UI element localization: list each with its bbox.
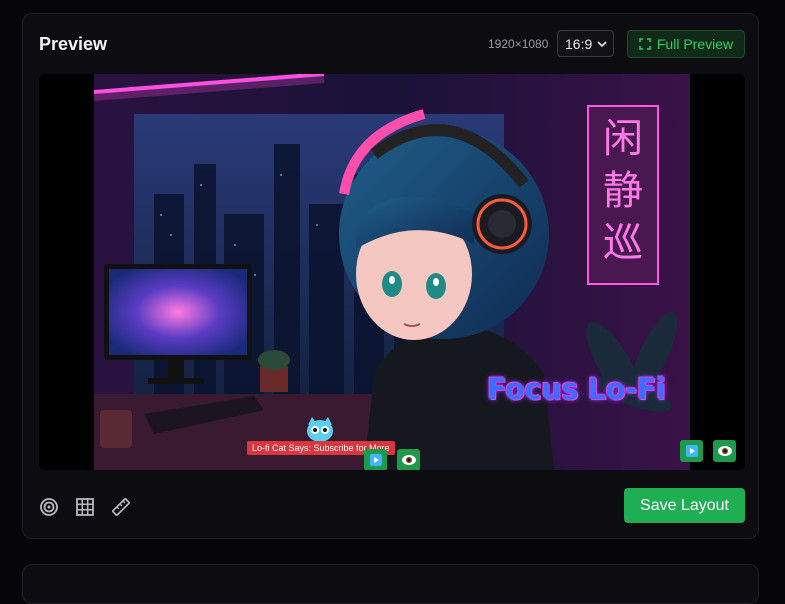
title-visibility-button[interactable] (713, 440, 736, 462)
resolution-label: 1920×1080 (488, 37, 549, 51)
overlay-title[interactable]: Focus Lo-Fi (487, 372, 666, 406)
svg-text:静: 静 (603, 168, 643, 214)
grid-icon (76, 498, 94, 516)
aspect-ratio-value: 16:9 (565, 35, 593, 52)
play-icon (369, 454, 382, 466)
eye-icon (717, 446, 732, 456)
cat-icon (307, 417, 333, 442)
background-artwork: 闲 静 巡 (94, 74, 690, 470)
fullscreen-icon (639, 38, 651, 50)
aspect-ratio-select[interactable]: 16:9 (557, 30, 614, 57)
ruler-icon (112, 498, 130, 516)
preview-stage[interactable]: 闲 静 巡 Lo-fi Cat Says: Subscribe for More… (39, 74, 745, 470)
ruler-toggle[interactable] (111, 497, 131, 517)
svg-text:闲: 闲 (603, 116, 643, 162)
target-icon (40, 498, 58, 516)
chevron-down-icon (597, 41, 607, 48)
grid-toggle[interactable] (75, 497, 95, 517)
eye-icon (401, 455, 416, 465)
panel-title: Preview (39, 34, 108, 54)
ticker-visibility-button[interactable] (397, 449, 420, 470)
full-preview-button[interactable]: Full Preview (627, 30, 745, 58)
full-preview-label: Full Preview (656, 36, 734, 52)
next-panel (22, 564, 759, 604)
safe-zone-toggle[interactable] (39, 497, 59, 517)
ticker-play-button[interactable] (364, 449, 387, 470)
svg-text:巡: 巡 (603, 220, 643, 266)
save-layout-button[interactable]: Save Layout (624, 488, 745, 523)
play-icon (685, 445, 698, 457)
title-play-button[interactable] (680, 440, 703, 462)
preview-panel: Preview 1920×1080 16:9 Full Preview 闲 静 … (22, 13, 759, 539)
